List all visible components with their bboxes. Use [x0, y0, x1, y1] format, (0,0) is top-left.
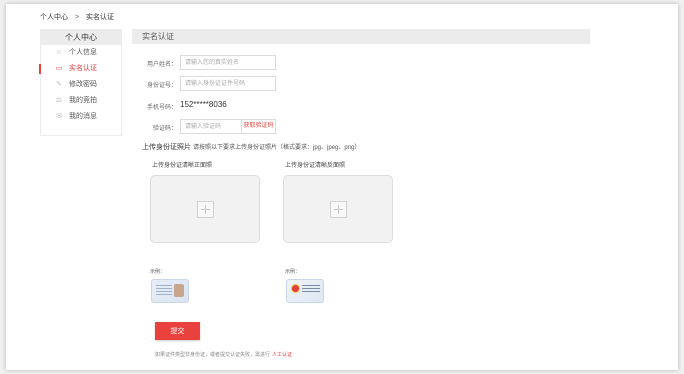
upload-requirement: 请按照以下要求上传身份证照片（格式要求：jpg、jpeg、png）: [193, 145, 361, 151]
code-input[interactable]: [180, 119, 242, 134]
sidebar-menu: ☺ 个人信息 ▭ 实名认证 ✎ 修改密码 ⚖ 我的竞拍 ✉ 我的消息: [39, 45, 121, 125]
back-example-label: 示例：: [285, 269, 301, 275]
sidebar-item-label: 修改密码: [69, 81, 97, 88]
front-upload-box[interactable]: [150, 175, 260, 243]
id-text-lines: [302, 285, 320, 293]
id-front-sample-image: [151, 279, 189, 303]
manual-verification-note: 如果证件类型非身份证，或者提交认证失败，需进行 人工认证: [155, 351, 292, 358]
sidebar-item-label: 我的竞拍: [69, 97, 97, 104]
breadcrumb: 个人中心 > 实名认证: [40, 12, 114, 22]
edit-icon: ✎: [56, 81, 62, 88]
phone-value: 152*****8036: [180, 100, 227, 109]
sidebar-item-label: 实名认证: [69, 65, 97, 72]
name-row: 用户姓名：: [132, 55, 282, 71]
sidebar-item-verification[interactable]: ▭ 实名认证: [39, 61, 121, 77]
back-upload-box[interactable]: [283, 175, 393, 243]
breadcrumb-home[interactable]: 个人中心: [40, 14, 68, 21]
auction-icon: ⚖: [55, 97, 63, 104]
id-text-lines: [156, 285, 172, 297]
national-emblem-icon: [291, 284, 300, 293]
code-row: 验证码： 获取验证码: [132, 119, 282, 135]
get-code-button[interactable]: 获取验证码: [242, 119, 276, 134]
name-input[interactable]: [180, 55, 276, 70]
code-label: 验证码：: [152, 126, 177, 132]
sidebar-item-password[interactable]: ✎ 修改密码: [41, 77, 121, 93]
plus-icon: [197, 201, 214, 218]
name-label: 用户姓名：: [146, 62, 177, 68]
note-text: 如果证件类型非身份证，或者提交认证失败，需进行: [155, 352, 271, 358]
user-icon: ☺: [55, 49, 63, 56]
breadcrumb-separator: >: [74, 14, 80, 21]
message-icon: ✉: [56, 113, 62, 120]
sidebar-title: 个人中心: [41, 30, 121, 45]
upload-section-title: 上传身份证照片 请按照以下要求上传身份证照片（格式要求：jpg、jpeg、png）: [142, 142, 360, 152]
page-title: 实名认证: [132, 29, 590, 44]
submit-button[interactable]: 提交: [155, 322, 200, 340]
front-example-label: 示例：: [150, 269, 166, 275]
sidebar: 个人中心 ☺ 个人信息 ▭ 实名认证 ✎ 修改密码 ⚖ 我的竞拍 ✉ 我的消息: [39, 29, 122, 136]
front-upload-label: 上传身份证清晰正面照: [152, 163, 213, 169]
id-number-input[interactable]: [180, 76, 276, 91]
phone-row: 手机号码： 152*****8036: [132, 98, 282, 114]
sidebar-item-label: 个人信息: [69, 49, 97, 56]
sidebar-item-auctions[interactable]: ⚖ 我的竞拍: [41, 93, 121, 109]
id-photo: [174, 284, 184, 297]
plus-icon: [330, 201, 347, 218]
upload-title: 上传身份证照片: [142, 144, 191, 151]
id-number-label: 身份证号：: [146, 83, 177, 89]
phone-label: 手机号码：: [146, 105, 177, 111]
id-number-row: 身份证号：: [132, 76, 282, 92]
manual-verification-link[interactable]: 人工认证: [272, 352, 292, 358]
id-card-icon: ▭: [55, 65, 63, 72]
back-upload-label: 上传身份证清晰反面照: [285, 163, 346, 169]
sidebar-item-profile[interactable]: ☺ 个人信息: [41, 45, 121, 61]
sidebar-item-label: 我的消息: [69, 113, 97, 120]
id-back-sample-image: [286, 279, 324, 303]
breadcrumb-current: 实名认证: [86, 14, 114, 21]
sidebar-item-messages[interactable]: ✉ 我的消息: [41, 109, 121, 125]
